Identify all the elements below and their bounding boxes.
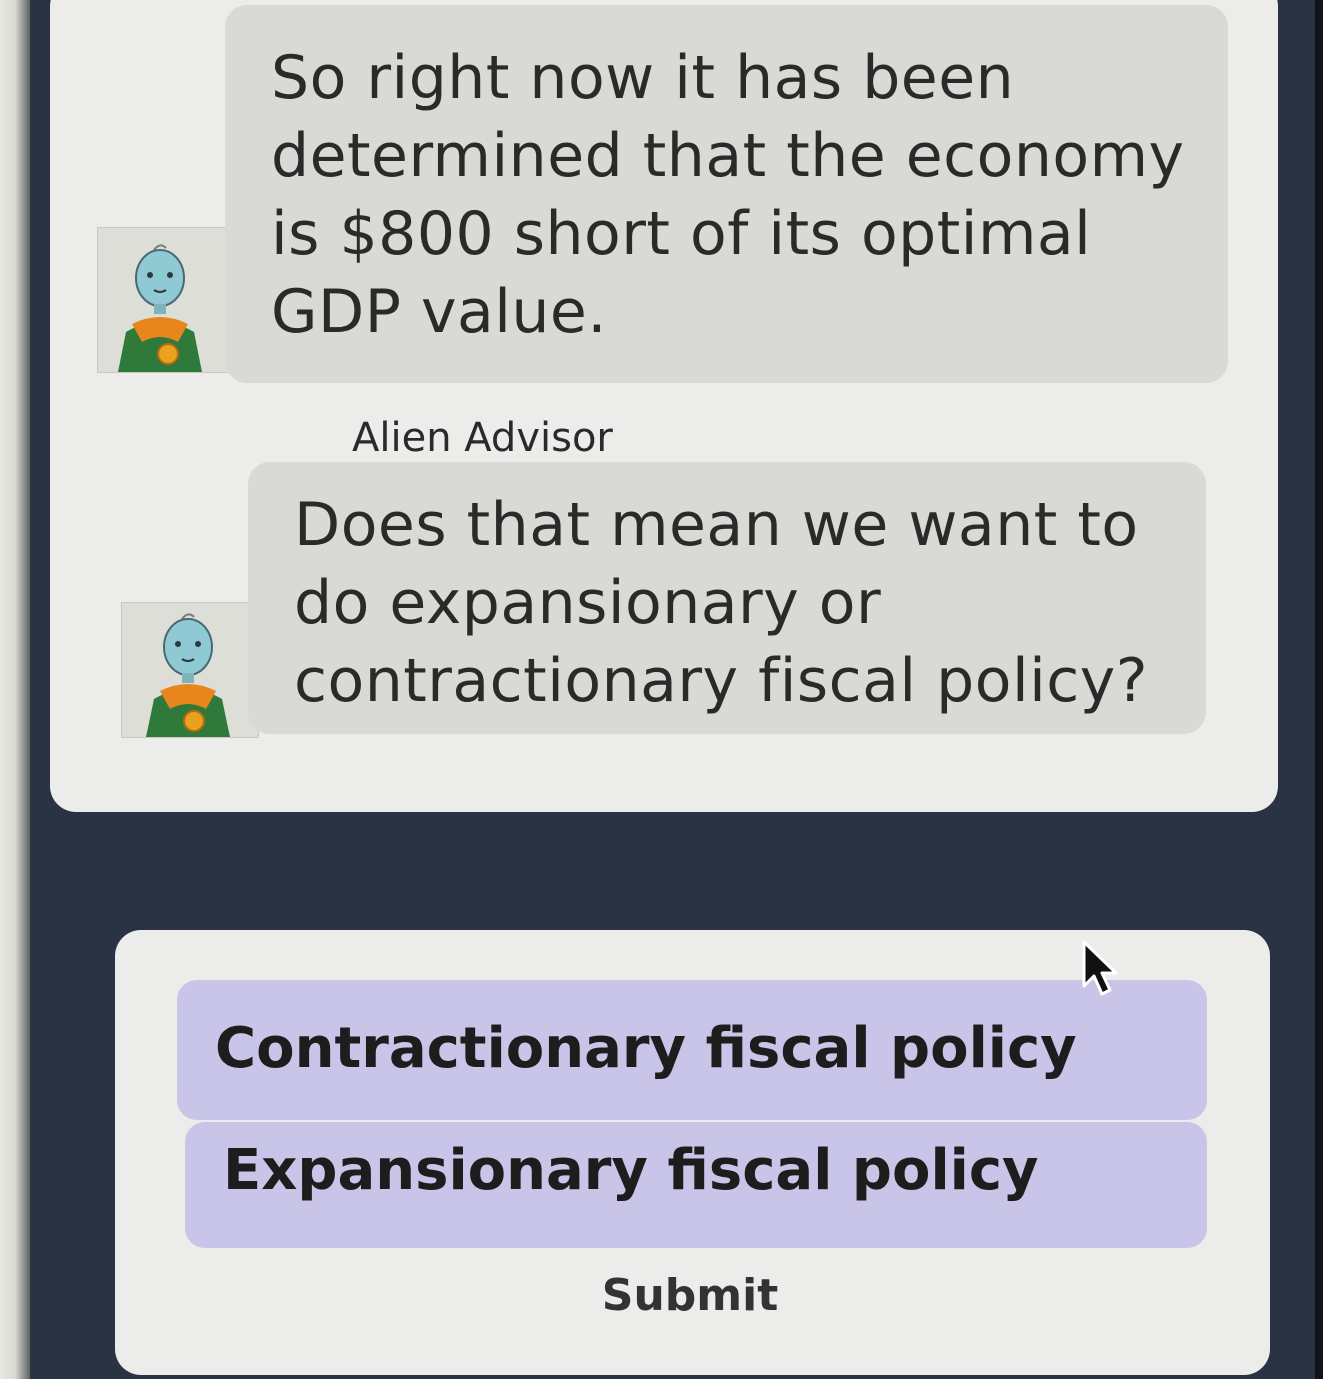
submit-button[interactable]: Submit: [585, 1265, 795, 1325]
message-2: Does that mean we want to do expansionar…: [50, 460, 1278, 760]
message-bubble: So right now it has been determined that…: [225, 5, 1228, 383]
option-contractionary[interactable]: Contractionary fiscal policy: [177, 980, 1207, 1120]
message-bubble: Does that mean we want to do expansionar…: [248, 462, 1206, 734]
sender-name: Alien Advisor: [352, 415, 613, 461]
mouse-pointer-icon: [1080, 940, 1120, 1000]
option-expansionary[interactable]: Expansionary fiscal policy: [185, 1122, 1207, 1248]
message-1: So right now it has been determined that…: [50, 0, 1278, 383]
alien-advisor-avatar-icon: [121, 602, 259, 738]
option-label: Expansionary fiscal policy: [223, 1138, 1039, 1203]
screen: So right now it has been determined that…: [0, 0, 1323, 1379]
message-text: So right now it has been determined that…: [271, 43, 1185, 347]
message-text: Does that mean we want to do expansionar…: [294, 490, 1149, 716]
chat-card: So right now it has been determined that…: [50, 0, 1278, 812]
option-label: Contractionary fiscal policy: [215, 1016, 1077, 1081]
alien-advisor-avatar-icon: [97, 227, 235, 373]
